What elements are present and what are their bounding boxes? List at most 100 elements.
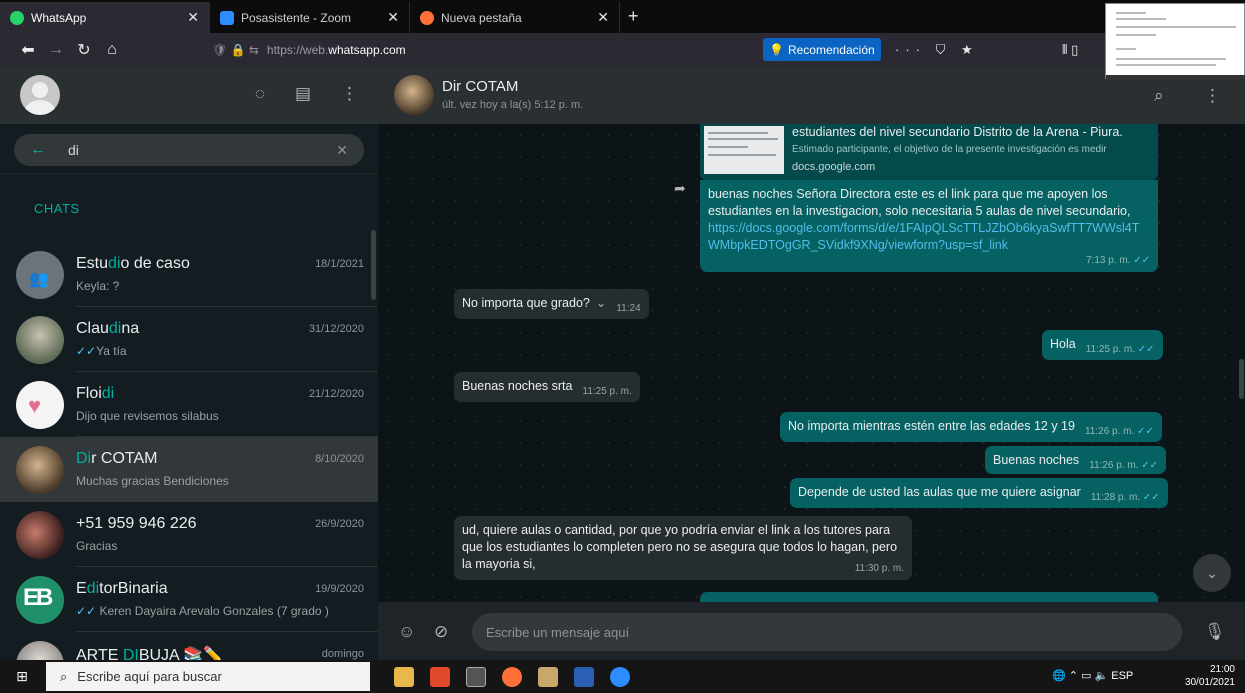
sidebar-scrollbar[interactable] bbox=[371, 230, 376, 300]
forward-icon[interactable]: → bbox=[42, 41, 70, 59]
message-text: Buenas noches bbox=[993, 453, 1080, 467]
back-icon[interactable]: ⬅ bbox=[14, 40, 42, 60]
close-tab-icon[interactable]: ✕ bbox=[387, 9, 399, 26]
chat-date: 19/9/2020 bbox=[315, 583, 364, 595]
chat-preview: Muchas gracias Bendiciones bbox=[76, 474, 229, 488]
search-input[interactable]: ← di ✕ bbox=[14, 134, 364, 166]
page-actions[interactable]: ··· ⛉ ★ bbox=[895, 42, 979, 58]
chat-item[interactable]: ARTE DIBUJA 📚✏️ domingo bbox=[0, 632, 378, 660]
message-outgoing[interactable]: Buenas noches 11:26 p. m. ✓✓ bbox=[985, 446, 1167, 474]
chat-preview: Keyla: ? bbox=[76, 279, 120, 293]
language-indicator[interactable]: ESP bbox=[1111, 670, 1133, 682]
clear-search-icon[interactable]: ✕ bbox=[336, 142, 348, 159]
windows-start-icon[interactable]: ⊞ bbox=[0, 668, 44, 685]
chat-item[interactable]: Claudina 31/12/2020 ✓✓Ya tía bbox=[0, 307, 378, 372]
message-outgoing[interactable]: Hola 11:25 p. m. ✓✓ bbox=[1042, 330, 1163, 360]
close-tab-icon[interactable]: ✕ bbox=[597, 9, 609, 26]
search-area: ← di ✕ bbox=[0, 124, 378, 174]
recommendation-button[interactable]: 💡 Recomendación bbox=[763, 38, 881, 61]
zoom-icon[interactable] bbox=[610, 667, 630, 687]
chat-item[interactable]: EB EditorBinaria 19/9/2020 ✓✓ Keren Daya… bbox=[0, 567, 378, 632]
user-icon[interactable] bbox=[538, 667, 558, 687]
taskbar-search[interactable]: ⌕ Escribe aquí para buscar bbox=[46, 662, 370, 691]
search-icon[interactable]: ⌕ bbox=[1154, 86, 1164, 106]
chat-preview: ✓✓ Keren Dayaira Arevalo Gonzales (7 gra… bbox=[76, 604, 329, 618]
sidebar: ◌ ▤ ⋮ ← di ✕ CHATS 👥 Estudio de caso 18/… bbox=[0, 66, 378, 660]
chat-item[interactable]: +51 959 946 226 26/9/2020 Gracias bbox=[0, 502, 378, 567]
window-icon[interactable] bbox=[466, 667, 486, 687]
editorbinaria-logo: EB bbox=[16, 575, 64, 624]
tab-zoom[interactable]: Posasistente - Zoom ✕ bbox=[210, 2, 410, 33]
clock[interactable]: 21:00 30/01/2021 bbox=[1185, 663, 1235, 689]
group-avatar: 👥 bbox=[16, 250, 64, 299]
file-explorer-icon[interactable] bbox=[394, 667, 414, 687]
link-preview-domain: docs.google.com bbox=[792, 161, 876, 173]
chat-item[interactable]: 👥 Estudio de caso 18/1/2021 Keyla: ? bbox=[0, 242, 378, 307]
status-icon[interactable]: ◌ bbox=[255, 84, 265, 104]
taskbar: ⊞ ⌕ Escribe aquí para buscar 🌐 ⌃ ▭ 🔈 ESP… bbox=[0, 660, 1245, 693]
message-incoming[interactable]: Buenas noches srta 11:25 p. m. bbox=[454, 372, 640, 402]
tab-new[interactable]: Nueva pestaña ✕ bbox=[410, 2, 620, 33]
home-icon[interactable]: ⌂ bbox=[98, 41, 126, 59]
my-avatar[interactable] bbox=[20, 75, 60, 115]
url-prefix: https://web. bbox=[266, 42, 329, 57]
link-preview-card[interactable]: estudiantes del nivel secundario Distrit… bbox=[700, 124, 1158, 180]
message-text: No importa que grado? bbox=[462, 296, 590, 310]
whatsapp-icon bbox=[10, 10, 24, 25]
sidebar-header: ◌ ▤ ⋮ bbox=[0, 66, 378, 124]
chevron-down-icon[interactable]: ⌄ bbox=[596, 296, 606, 310]
contact-avatar bbox=[16, 510, 64, 559]
contact-avatar: ♥ bbox=[16, 380, 64, 429]
chat-preview: ✓✓Ya tía bbox=[76, 344, 127, 358]
scroll-down-button[interactable]: ⌄ bbox=[1193, 554, 1231, 592]
compose-bar: ☺ ⊘ Escribe un mensaje aquí 🎙 bbox=[378, 602, 1245, 660]
message-input[interactable]: Escribe un mensaje aquí bbox=[472, 613, 1182, 651]
library-icon[interactable]: ⫴ ▯ bbox=[1062, 42, 1078, 58]
word-icon[interactable] bbox=[574, 667, 594, 687]
system-tray[interactable]: 🌐 ⌃ ▭ 🔈 ESP bbox=[1052, 669, 1133, 682]
emoji-icon[interactable]: ☺ bbox=[398, 622, 415, 642]
search-icon: ⌕ bbox=[60, 668, 68, 684]
message-link[interactable]: https://docs.google.com/forms/d/e/1FAIpQ… bbox=[708, 220, 1148, 254]
chat-item[interactable]: ♥ Floidi 21/12/2020 Dijo que revisemos s… bbox=[0, 372, 378, 437]
reload-icon[interactable]: ↻ bbox=[70, 40, 98, 60]
acrobat-icon[interactable] bbox=[430, 667, 450, 687]
message-text: Buenas noches srta bbox=[462, 379, 573, 393]
message-incoming[interactable]: No importa que grado? 11:24 ⌄ bbox=[454, 289, 649, 319]
browser-nav-bar: ⬅ → ↻ ⌂ 🛡 🔒 ⇆ https://web. whatsapp.com … bbox=[0, 33, 1245, 66]
contact-avatar[interactable] bbox=[394, 75, 434, 115]
message-incoming[interactable]: ud, quiere aulas o cantidad, por que yo … bbox=[454, 516, 912, 580]
message-scrollbar[interactable] bbox=[1239, 359, 1244, 399]
message-outgoing[interactable]: No importa mientras estén entre las edad… bbox=[780, 412, 1162, 442]
url-host: whatsapp.com bbox=[328, 42, 406, 57]
back-arrow-icon[interactable]: ← bbox=[30, 141, 46, 159]
message-outgoing[interactable]: Depende de usted las aulas que me quiere… bbox=[790, 478, 1168, 508]
firefox-icon[interactable] bbox=[502, 667, 522, 687]
message-text: ud, quiere aulas o cantidad, por que yo … bbox=[462, 523, 898, 571]
message-text: Hola bbox=[1050, 337, 1076, 351]
contact-avatar bbox=[16, 640, 64, 660]
menu-icon[interactable]: ⋮ bbox=[341, 84, 358, 104]
contact-last-seen: últ. vez hoy a la(s) 5:12 p. m. bbox=[442, 99, 584, 111]
chat-name: Floidi bbox=[76, 385, 115, 402]
clock-time: 21:00 bbox=[1209, 664, 1235, 675]
new-tab-button[interactable]: + bbox=[620, 6, 647, 27]
menu-icon[interactable]: ⋮ bbox=[1204, 86, 1221, 106]
chat-date: 31/12/2020 bbox=[308, 323, 364, 335]
search-value: di bbox=[68, 142, 79, 158]
attach-icon[interactable]: ⊘ bbox=[434, 622, 448, 642]
close-tab-icon[interactable]: ✕ bbox=[187, 9, 199, 26]
forward-icon[interactable]: ➦ bbox=[674, 180, 686, 197]
tab-title: WhatsApp bbox=[31, 10, 87, 25]
tab-whatsapp[interactable]: WhatsApp ✕ bbox=[0, 2, 210, 33]
message-time: 11:24 bbox=[616, 303, 641, 314]
message-outgoing[interactable]: buenas noches Señora Directora este es e… bbox=[700, 180, 1158, 272]
chat-item-selected[interactable]: Dir COTAM 8/10/2020 Muchas gracias Bendi… bbox=[0, 437, 378, 502]
message-outgoing-partial[interactable] bbox=[700, 592, 1158, 602]
double-check-icon: ✓✓ bbox=[76, 604, 100, 618]
message-text: Depende de usted las aulas que me quiere… bbox=[798, 485, 1081, 499]
new-chat-icon[interactable]: ▤ bbox=[295, 84, 311, 104]
shield-icon: 🛡 🔒 ⇆ bbox=[212, 42, 259, 57]
microphone-icon[interactable]: 🎙 bbox=[1204, 622, 1226, 642]
whatsapp-app: ◌ ▤ ⋮ ← di ✕ CHATS 👥 Estudio de caso 18/… bbox=[0, 66, 1245, 660]
